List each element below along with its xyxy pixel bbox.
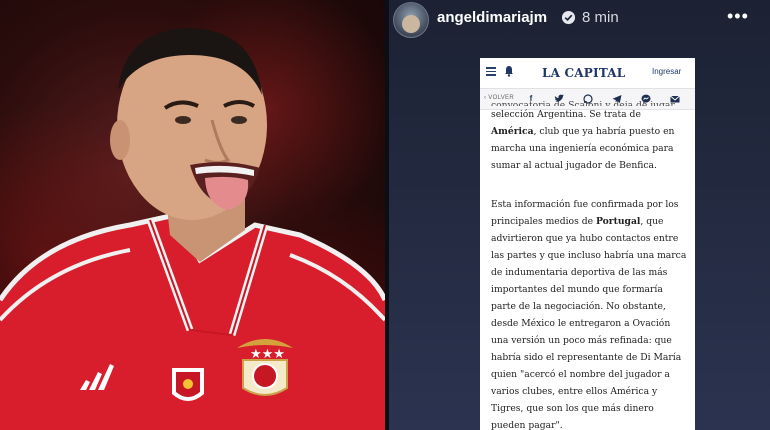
story-header: angeldimariajm 8 min ••• xyxy=(389,0,770,38)
post-time: 8 min xyxy=(582,9,619,26)
instagram-story: angeldimariajm 8 min ••• LA CAPITAL Ingr… xyxy=(389,0,770,430)
paragraph-2: Esta información fue confirmada por los … xyxy=(491,196,687,430)
player-illustration: ★★★ xyxy=(0,28,385,430)
article-topbar: LA CAPITAL Ingresar xyxy=(480,58,695,89)
bell-icon[interactable] xyxy=(504,65,514,77)
player-photo: ★★★ xyxy=(0,0,385,430)
menu-icon[interactable] xyxy=(486,67,496,76)
site-logo[interactable]: LA CAPITAL xyxy=(542,66,625,80)
paragraph-2-text-b: , que advirtieron que ya hubo contactos … xyxy=(491,216,687,430)
cut-off-line: convocatoria de Scaloni y deja de jugar … xyxy=(491,100,675,106)
paragraph-1-text-a: selección Argentina. Se trata de xyxy=(491,109,641,120)
article-body: convocatoria de Scaloni y deja de jugar … xyxy=(491,100,687,430)
paragraph-2-bold: Portugal xyxy=(595,216,641,227)
username[interactable]: angeldimariajm xyxy=(437,9,547,26)
news-article-screenshot: LA CAPITAL Ingresar ‹ VOLVER f convocato xyxy=(480,58,695,430)
verified-badge-icon xyxy=(561,10,576,25)
profile-avatar[interactable] xyxy=(393,2,429,38)
paragraph-1: selección Argentina. Se trata de América… xyxy=(491,106,687,174)
more-options-icon[interactable]: ••• xyxy=(727,6,749,27)
paragraph-1-bold: América xyxy=(491,126,534,137)
svg-text:★★★: ★★★ xyxy=(250,347,285,362)
login-link[interactable]: Ingresar xyxy=(652,67,681,76)
